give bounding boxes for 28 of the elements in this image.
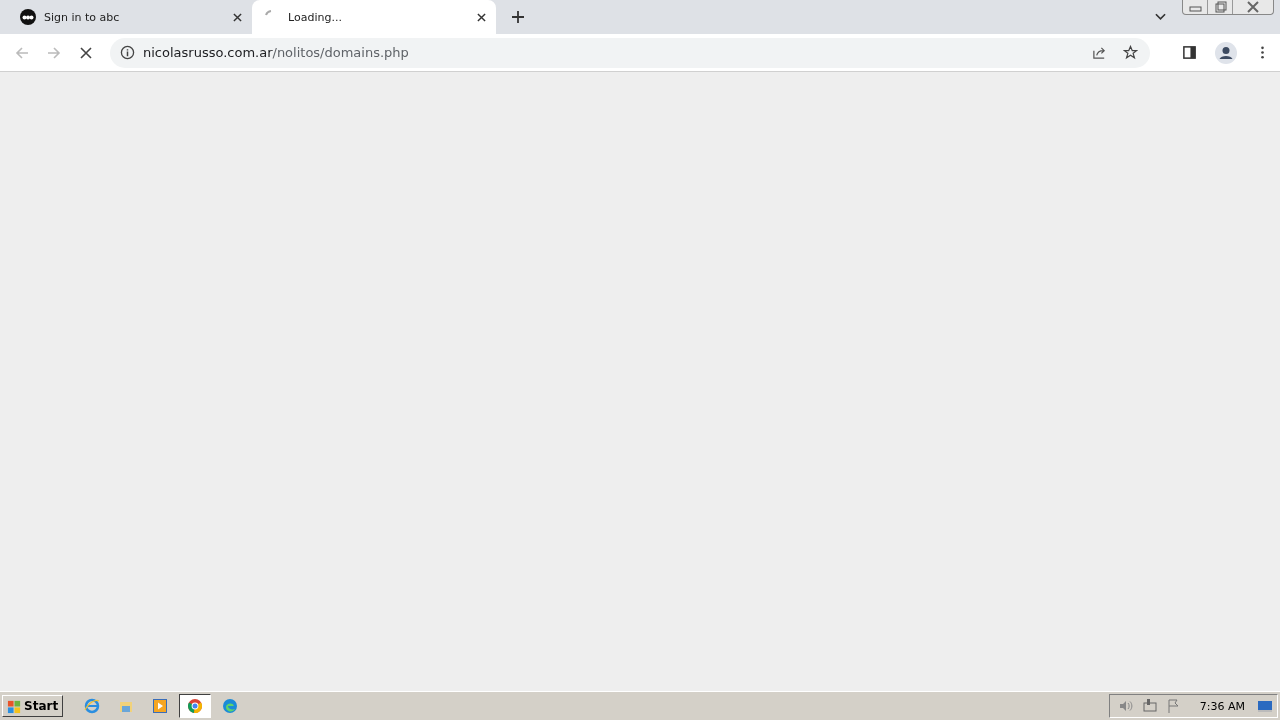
browser-tab[interactable]: Sign in to abc [8,0,252,34]
chevron-down-icon[interactable] [1155,13,1166,21]
close-icon[interactable] [477,12,486,22]
tab-title: Loading... [288,10,343,24]
close-icon[interactable] [233,12,242,22]
stop-icon[interactable] [78,44,94,61]
tab-title: Sign in to abc [44,10,121,24]
browser-e-icon [84,698,101,714]
start-button[interactable]: Start [2,695,64,717]
edge-icon [222,698,239,714]
taskbar-app[interactable] [179,694,212,718]
side-panel-icon[interactable] [1182,45,1197,60]
site-logo-icon [20,9,36,25]
windows-logo-icon [7,698,22,714]
loading-spinner-icon [265,10,272,16]
media-player-icon [152,698,169,714]
star-icon[interactable] [1123,45,1138,60]
network-icon[interactable] [1141,698,1158,714]
chrome-icon [187,698,204,714]
url-text: nicolasrusso.com.ar/nolitos/domains.php [143,45,409,60]
profile-icon[interactable] [1215,41,1237,64]
clock-time: 7:36 AM [1199,699,1245,713]
address-bar[interactable]: nicolasrusso.com.ar/nolitos/domains.php [110,37,1150,68]
new-tab-icon[interactable] [512,11,524,23]
info-icon [120,45,135,60]
browser-tab[interactable]: Loading... [252,0,496,34]
show-desktop-icon[interactable] [1257,698,1273,714]
share-icon[interactable] [1092,45,1107,60]
